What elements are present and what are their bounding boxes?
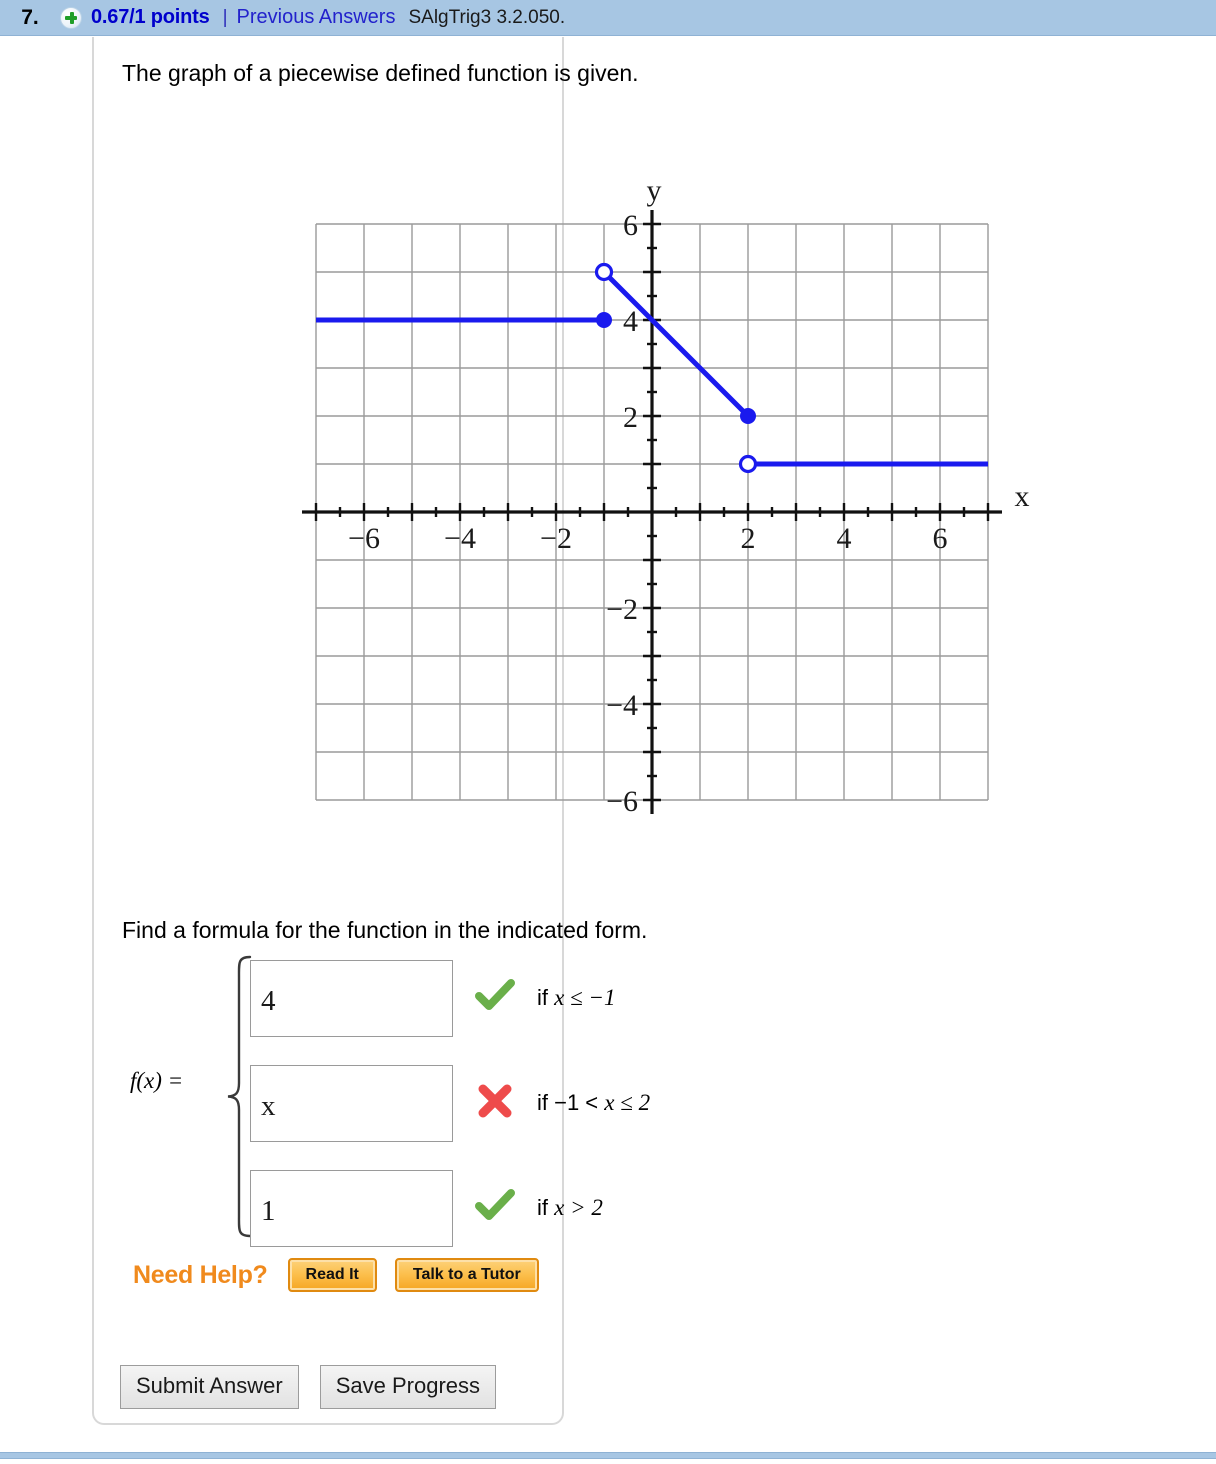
x-axis-label: x xyxy=(1015,480,1030,513)
cond-expr-1: x ≤ −1 xyxy=(554,985,616,1010)
piecewise-answer-block: f(x) = if x ≤ −1 if −1 < x ≤ 2 xyxy=(122,955,862,1247)
plus-circle-icon[interactable] xyxy=(60,6,82,29)
read-it-button[interactable]: Read It xyxy=(287,1258,377,1292)
y-tick-label: −6 xyxy=(606,785,638,818)
piece-row: if x ≤ −1 xyxy=(250,955,860,1041)
x-tick-label: 2 xyxy=(741,522,756,555)
y-tick-label: −4 xyxy=(606,689,638,722)
need-help-row: Need Help? Read It Talk to a Tutor xyxy=(133,1258,557,1292)
cond-prefix-2: if −1 < xyxy=(537,1090,605,1115)
open-endpoint-circle xyxy=(738,454,758,474)
closed-endpoint-dot xyxy=(740,408,756,424)
y-tick-label: 6 xyxy=(623,209,638,242)
save-progress-button[interactable]: Save Progress xyxy=(319,1365,497,1409)
header-separator: | xyxy=(222,6,228,28)
x-tick-label: 4 xyxy=(837,522,852,555)
y-tick-label: 4 xyxy=(623,305,638,338)
x-tick-label: 6 xyxy=(933,522,948,555)
cond-expr-2: x ≤ 2 xyxy=(604,1090,651,1115)
formula-prompt: Find a formula for the function in the i… xyxy=(122,917,648,943)
previous-answers-link[interactable]: Previous Answers xyxy=(237,6,396,29)
correct-check-icon-1 xyxy=(453,978,537,1018)
exercise-code: SAlgTrig3 3.2.050. xyxy=(408,6,566,28)
y-tick-label: −2 xyxy=(606,593,638,626)
bottom-divider xyxy=(0,1452,1216,1459)
closed-endpoint-dot xyxy=(596,312,612,328)
incorrect-x-icon-2 xyxy=(453,1084,537,1123)
graph-svg: −6 −4 −2 2 4 6 6 4 2 −2 −4 −6 x y xyxy=(302,174,1030,818)
y-axis-label: y xyxy=(647,174,662,207)
piece-row: if x > 2 xyxy=(250,1165,860,1251)
talk-to-a-tutor-button[interactable]: Talk to a Tutor xyxy=(394,1258,539,1292)
problem-prompt: The graph of a piecewise defined functio… xyxy=(122,60,639,86)
points-label: 0.67/1 points xyxy=(91,6,210,28)
function-graph: −6 −4 −2 2 4 6 6 4 2 −2 −4 −6 x y xyxy=(300,125,1080,870)
x-tick-label: −2 xyxy=(540,522,572,555)
y-tick-label: 2 xyxy=(623,401,638,434)
need-help-label: Need Help? xyxy=(133,1260,268,1289)
condition-label-3: if x > 2 xyxy=(537,1195,603,1221)
cond-prefix-3: if xyxy=(537,1195,555,1220)
answer-input-3[interactable] xyxy=(250,1169,453,1247)
question-header: 7. 0.67/1 points | Previous Answers SAlg… xyxy=(0,0,1216,36)
x-tick-label: −6 xyxy=(348,522,380,555)
piece-row: if −1 < x ≤ 2 xyxy=(250,1060,860,1146)
condition-label-2: if −1 < x ≤ 2 xyxy=(537,1090,650,1116)
cond-expr-3: x > 2 xyxy=(554,1195,603,1220)
condition-label-1: if x ≤ −1 xyxy=(537,985,615,1011)
action-buttons: Submit Answer Save Progress xyxy=(120,1365,497,1409)
open-endpoint-circle xyxy=(594,262,614,282)
answer-input-1[interactable] xyxy=(250,959,453,1037)
function-segment xyxy=(602,270,750,418)
piece-rows: if x ≤ −1 if −1 < x ≤ 2 if x > 2 xyxy=(250,955,860,1270)
question-number: 7. xyxy=(21,5,39,29)
x-tick-label: −4 xyxy=(444,522,476,555)
answer-input-2[interactable] xyxy=(250,1064,453,1142)
function-label: f(x) = xyxy=(130,1068,184,1093)
correct-check-icon-3 xyxy=(453,1188,537,1228)
submit-answer-button[interactable]: Submit Answer xyxy=(120,1365,299,1409)
cond-prefix-1: if xyxy=(537,985,555,1010)
curly-brace-icon xyxy=(227,955,252,1238)
